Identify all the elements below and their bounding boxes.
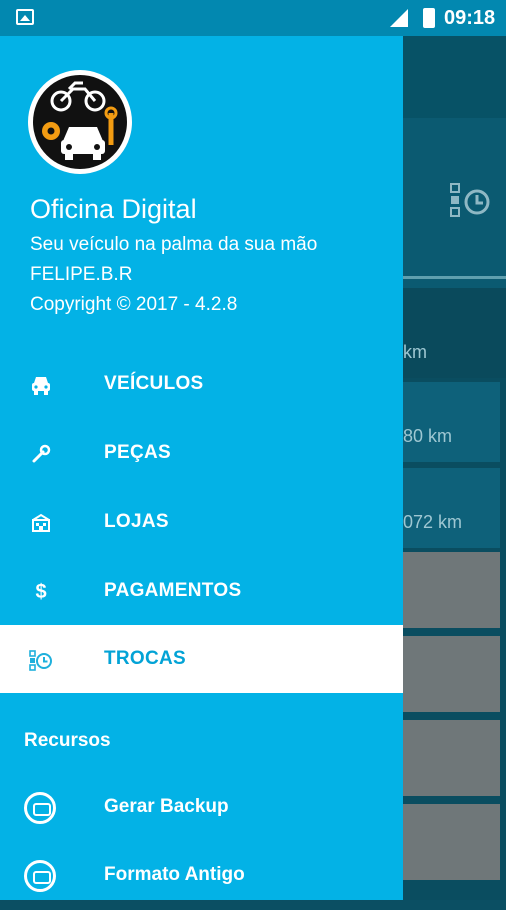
status-time: 09:18 xyxy=(444,7,496,29)
navigation-drawer: Oficina Digital Seu veículo na palma da … xyxy=(0,36,403,900)
battery-icon xyxy=(423,8,435,28)
old-format-car-icon xyxy=(24,860,56,892)
background-card: 072 km xyxy=(403,468,500,548)
backup-car-icon xyxy=(24,792,56,824)
menu-item-trocas[interactable]: TROCAS xyxy=(0,625,403,693)
resource-item-formato-antigo[interactable]: Formato Antigo xyxy=(0,844,403,910)
history-clock-icon xyxy=(29,650,52,671)
menu-item-pecas[interactable]: PEÇAS xyxy=(0,419,403,487)
resource-item-gerar-backup[interactable]: Gerar Backup xyxy=(0,776,403,842)
menu-item-label: PAGAMENTOS xyxy=(104,580,242,601)
menu-item-lojas[interactable]: LOJAS xyxy=(0,488,403,556)
background-km-label: km xyxy=(403,342,427,362)
store-icon xyxy=(32,513,50,532)
background-app: km 80 km 072 km xyxy=(403,36,506,900)
background-card: 80 km xyxy=(403,382,500,462)
background-placeholder-card xyxy=(403,552,500,628)
app-logo-avatar xyxy=(28,70,132,174)
background-list-header xyxy=(403,288,506,378)
dollar-icon: $ xyxy=(35,581,47,603)
menu-item-label: TROCAS xyxy=(104,648,187,669)
background-tab-indicator xyxy=(403,276,506,279)
menu-item-label: VEÍCULOS xyxy=(104,373,204,394)
menu-item-label: PEÇAS xyxy=(104,442,171,463)
menu-item-pagamentos[interactable]: $ PAGAMENTOS xyxy=(0,557,403,625)
user-name: FELIPE.B.R xyxy=(30,264,133,285)
menu-item-label: LOJAS xyxy=(104,511,169,532)
motorcycle-car-logo-icon xyxy=(42,81,118,160)
resources-section-title: Recursos xyxy=(24,730,111,751)
background-km-value: 80 km xyxy=(403,426,453,446)
gallery-notification-icon xyxy=(16,9,34,25)
signal-icon xyxy=(390,9,408,27)
app-subtitle: Seu veículo na palma da sua mão xyxy=(30,234,318,255)
background-placeholder-card xyxy=(403,804,500,880)
wrench-icon xyxy=(32,444,51,463)
status-bar: 09:18 xyxy=(0,0,506,36)
resource-item-label: Formato Antigo xyxy=(104,864,245,885)
app-title: Oficina Digital xyxy=(30,194,197,224)
copyright-text: Copyright © 2017 - 4.2.8 xyxy=(30,294,238,315)
background-placeholder-card xyxy=(403,720,500,796)
background-placeholder-card xyxy=(403,636,500,712)
car-front-icon xyxy=(32,377,50,395)
resource-item-label: Gerar Backup xyxy=(104,796,229,817)
menu-item-veiculos[interactable]: VEÍCULOS xyxy=(0,350,403,418)
background-toolbar xyxy=(403,36,506,118)
background-history-icon xyxy=(450,183,490,217)
background-km-value: 072 km xyxy=(403,512,463,532)
